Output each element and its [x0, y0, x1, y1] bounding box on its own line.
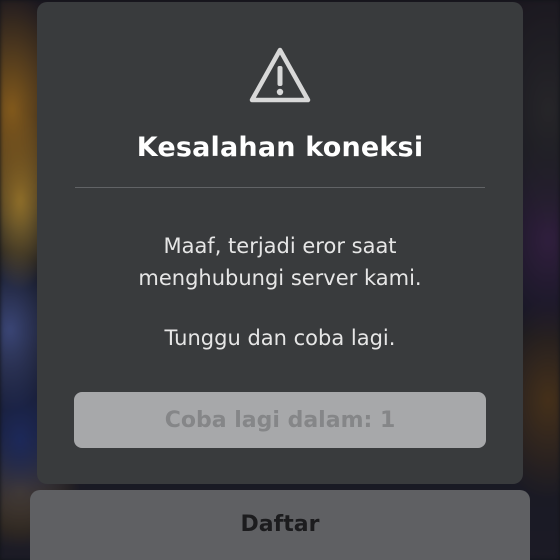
signup-button[interactable]: Daftar: [30, 490, 530, 560]
warning-triangle-icon: [249, 47, 311, 103]
error-screen: Daftar Kesalahan koneksi Maaf, terjadi e…: [0, 0, 560, 560]
signup-button-label: Daftar: [240, 512, 320, 537]
retry-countdown-label: Coba lagi dalam: 1: [164, 407, 396, 433]
error-message: Maaf, terjadi eror saat menghubungi serv…: [37, 230, 523, 294]
error-message-line-2: menghubungi server kami.: [138, 266, 422, 290]
title-divider: [75, 187, 485, 188]
connection-error-dialog: Kesalahan koneksi Maaf, terjadi eror saa…: [37, 2, 523, 484]
retry-countdown-button[interactable]: Coba lagi dalam: 1: [74, 392, 486, 448]
dialog-title: Kesalahan koneksi: [136, 132, 424, 163]
retry-instruction: Tunggu dan coba lagi.: [164, 326, 396, 350]
error-message-line-1: Maaf, terjadi eror saat: [163, 234, 397, 258]
